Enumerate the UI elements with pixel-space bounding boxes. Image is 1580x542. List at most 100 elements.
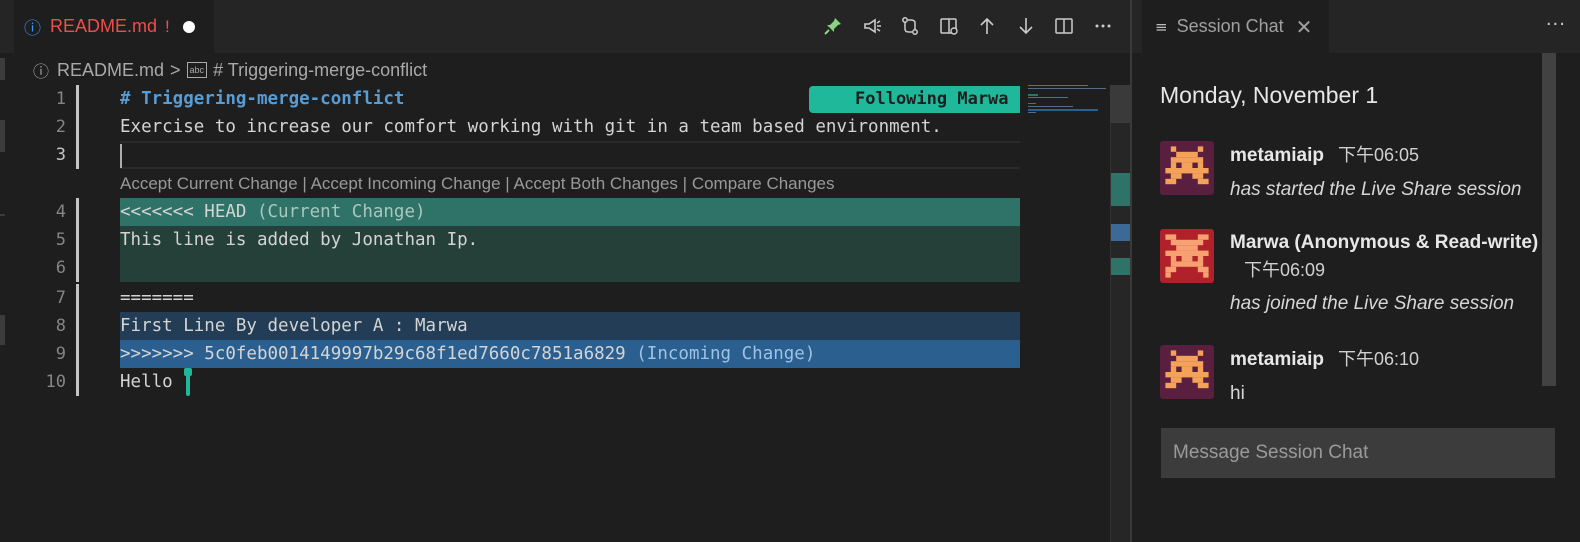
megaphone-button[interactable]	[853, 12, 892, 40]
minimap-line	[1028, 94, 1038, 96]
breadcrumb-symbol[interactable]: # Triggering-merge-conflict	[213, 60, 427, 81]
line-text: Hello	[120, 372, 173, 392]
code-line[interactable]: 2 Exercise to increase our comfort worki…	[0, 113, 1020, 141]
scrollbar-change-marker	[1111, 258, 1131, 275]
scrollbar-incoming-change-marker	[1111, 224, 1131, 241]
split-editor-icon	[1055, 18, 1073, 34]
megaphone-icon	[863, 18, 881, 34]
accept-both-changes-link[interactable]: Accept Both Changes	[513, 174, 677, 193]
open-changes-button[interactable]	[930, 12, 969, 40]
chat-message-input[interactable]	[1161, 428, 1555, 478]
code-line[interactable]: 9 >>>>>>> 5c0feb0014149997b29c68f1ed7660…	[0, 340, 1020, 368]
line-number: 3	[55, 145, 66, 165]
gutter-change-marker	[76, 368, 79, 396]
message-body: metamiaip 下午06:10 hi	[1230, 345, 1550, 405]
code-line[interactable]: 4 <<<<<<< HEAD (Current Change)	[0, 198, 1020, 226]
breadcrumb-separator: >	[170, 59, 181, 80]
compare-changes-link[interactable]: Compare Changes	[692, 174, 835, 193]
unsaved-dot-icon[interactable]	[182, 20, 195, 33]
message-text: has started the Live Share session	[1230, 179, 1522, 200]
line-text: This line is added by Jonathan Ip.	[120, 226, 1020, 254]
line-text: Exercise to increase our comfort working…	[120, 117, 942, 137]
minimap-line	[1028, 88, 1106, 89]
gutter-change-marker	[76, 284, 79, 312]
avatar	[1160, 345, 1214, 399]
git-compare-button[interactable]	[891, 12, 930, 40]
minimap[interactable]	[1024, 85, 1110, 542]
code-line[interactable]: 6	[0, 254, 1020, 282]
line-text: First Line By developer A : Marwa	[120, 312, 1020, 340]
line-number: 7	[55, 288, 66, 308]
code-line[interactable]: 5 This line is added by Jonathan Ip.	[0, 226, 1020, 254]
gutter-change-marker	[76, 340, 79, 368]
message-header: metamiaip 下午06:10	[1230, 345, 1550, 371]
line-number: 6	[55, 258, 66, 278]
arrow-up-icon	[980, 17, 994, 34]
warning-mark: !	[165, 16, 170, 36]
more-actions-icon	[1095, 24, 1111, 28]
line-text	[120, 254, 1020, 282]
scrollbar-current-change-marker	[1111, 173, 1131, 206]
codelens-separator: |	[500, 174, 514, 193]
conflict-marker: <<<<<<< HEAD	[120, 202, 257, 222]
avatar	[1160, 141, 1214, 195]
accept-current-change-link[interactable]: Accept Current Change	[120, 174, 298, 193]
chat-tab-bar: ≡ Session Chat ✕ ···	[1132, 0, 1580, 53]
text-cursor	[120, 144, 122, 168]
session-chat-panel: ≡ Session Chat ✕ ··· Monday, November 1 …	[1132, 0, 1580, 542]
line-number: 4	[55, 202, 66, 222]
merge-codelens: Accept Current Change | Accept Incoming …	[120, 174, 835, 194]
code-line[interactable]: 10 Hello	[0, 368, 1020, 396]
open-changes-icon	[940, 18, 958, 35]
message-header: metamiaip 下午06:05	[1230, 141, 1550, 167]
editor-tab-bar: ⓘ README.md !	[0, 0, 1131, 53]
tab-readme[interactable]: ⓘ README.md !	[14, 0, 214, 53]
breadcrumb-file[interactable]: README.md	[57, 60, 164, 81]
codelens-separator: |	[297, 174, 311, 193]
line-text	[120, 141, 1020, 169]
chat-date-header: Monday, November 1	[1160, 82, 1379, 108]
message-body: metamiaip 下午06:05 has started the Live Sh…	[1230, 141, 1550, 201]
info-icon: ⓘ	[33, 64, 50, 81]
line-number: 2	[55, 117, 66, 137]
close-icon[interactable]: ✕	[1296, 15, 1313, 39]
chat-scrollbar[interactable]	[1542, 53, 1556, 386]
line-text: =======	[120, 288, 194, 308]
message-author: metamiaip	[1230, 145, 1324, 166]
message-author: metamiaip	[1230, 349, 1324, 370]
editor-scrollbar-thumb[interactable]	[1110, 85, 1131, 123]
tab-session-chat[interactable]: ≡ Session Chat ✕	[1142, 0, 1329, 53]
code-line-current[interactable]: 3	[0, 141, 1020, 169]
line-number: 10	[45, 372, 66, 392]
line-number: 8	[55, 316, 66, 336]
line-number: 5	[55, 230, 66, 250]
gutter-change-marker	[76, 113, 79, 141]
string-symbol-icon: abc	[186, 62, 208, 78]
gutter-change-marker	[76, 312, 79, 340]
previous-change-button[interactable]	[968, 12, 1007, 40]
chat-tab-title: Session Chat	[1176, 16, 1284, 36]
more-actions-icon[interactable]: ···	[1546, 14, 1566, 35]
message-text: has joined the Live Share session	[1230, 293, 1515, 314]
gutter-change-marker	[76, 226, 79, 254]
current-change-hint: (Current Change)	[256, 202, 426, 222]
code-line[interactable]: 7 =======	[0, 284, 1020, 312]
participant-cursor	[184, 368, 192, 396]
editor-scrollbar[interactable]	[1110, 85, 1131, 542]
minimap-line	[1028, 85, 1088, 86]
code-line[interactable]: 8 First Line By developer A : Marwa	[0, 312, 1020, 340]
chat-message: metamiaip 下午06:10 hi	[1160, 345, 1550, 405]
gutter-change-marker	[76, 198, 79, 226]
accept-incoming-change-link[interactable]: Accept Incoming Change	[311, 174, 501, 193]
split-editor-button[interactable]	[1045, 12, 1084, 40]
message-time: 下午06:05	[1337, 145, 1420, 165]
minimap-line	[1028, 109, 1098, 111]
pin-button[interactable]	[814, 12, 853, 40]
minimap-line	[1028, 106, 1073, 107]
message-text: hi	[1230, 383, 1245, 404]
edge-marker	[0, 58, 5, 80]
next-change-button[interactable]	[1007, 12, 1046, 40]
more-actions-button[interactable]	[1084, 12, 1123, 40]
message-author: Marwa (Anonymous & Read-write)	[1230, 232, 1539, 253]
following-badge[interactable]: Following Marwa	[809, 86, 1020, 113]
